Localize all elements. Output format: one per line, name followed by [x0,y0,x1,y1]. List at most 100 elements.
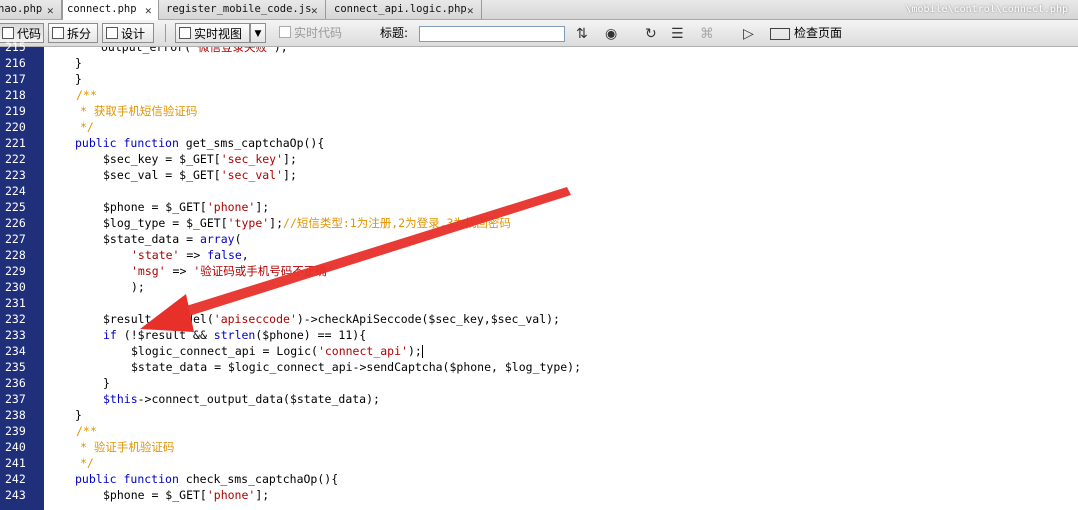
line-number: 224 [5,184,26,198]
line-number: 230 [5,280,26,294]
line-number: 223 [5,168,26,182]
refresh-icon[interactable]: ↻ [645,26,657,42]
code-line[interactable]: } [75,72,82,86]
view-options-icon[interactable]: ☰ [671,26,684,42]
line-number: 218 [5,88,26,102]
tab-nao-php[interactable]: nao.php ✕ [0,0,62,19]
code-line[interactable]: /** [76,424,97,438]
line-number: 232 [5,312,26,326]
code-line[interactable]: */ [80,120,94,134]
close-tab-icon[interactable]: ✕ [467,1,474,19]
line-number: 228 [5,248,26,262]
code-icon [2,27,14,39]
code-line[interactable]: */ [80,456,94,470]
code-line[interactable]: public function check_sms_captchaOp(){ [75,472,338,486]
line-number: 219 [5,104,26,118]
title-input[interactable] [419,26,565,42]
live-view-button[interactable]: 实时视图 [175,23,250,43]
code-line[interactable]: 'state' => false, [131,248,249,262]
line-number: 238 [5,408,26,422]
code-line[interactable]: $sec_val = $_GET['sec_val']; [103,168,297,182]
code-line[interactable]: } [75,408,82,422]
split-icon [52,27,64,39]
line-number: 237 [5,392,26,406]
inspect-page-label: 检查页面 [794,26,843,40]
close-tab-icon[interactable]: ✕ [311,1,318,19]
close-tab-icon[interactable]: ✕ [145,1,152,20]
tab-connect-api-logic-php[interactable]: connect_api.logic.php ✕ [326,0,482,19]
code-line[interactable]: public function get_sms_captchaOp(){ [75,136,324,150]
line-number: 216 [5,56,26,70]
code-line[interactable]: $this->connect_output_data($state_data); [103,392,380,406]
visual-aids-icon[interactable]: ⌘ [700,26,714,42]
code-line[interactable]: 'msg' => '验证码或手机号码不正确' [131,264,334,278]
code-editor[interactable]: output_error('微信登录失败');}} /** * 获取手机短信验证码 *… [44,47,1078,510]
line-number: 225 [5,200,26,214]
code-line[interactable]: /** [76,88,97,102]
design-icon [106,27,118,39]
code-line[interactable]: $state_data = $logic_connect_api->sendCa… [131,360,581,374]
line-number: 241 [5,456,26,470]
line-number-gutter: 215 216 217 218 219 220 221 222 223 224 225 226 227 2… [0,40,44,510]
title-label: 标题: [380,26,409,40]
file-management-icon[interactable]: ⇅ [576,26,588,42]
code-line[interactable]: output_error('微信登录失败'); [101,47,288,54]
line-number: 220 [5,120,26,134]
code-line[interactable]: if (!$result && strlen($phone) == 11){ [103,328,366,342]
line-number: 217 [5,72,26,86]
live-code-icon [279,26,291,38]
validate-icon[interactable]: ▷ [743,26,754,42]
line-number: 236 [5,376,26,390]
inspect-icon [770,27,790,40]
design-view-button[interactable]: 设计 [102,23,154,43]
code-view-label: 代码 [17,27,42,41]
line-number: 239 [5,424,26,438]
tab-label: nao.php [0,3,43,15]
code-line[interactable]: $state_data = array( [103,232,242,246]
split-view-label: 拆分 [67,27,92,41]
tab-label: connect.php [67,3,137,15]
tab-label: connect_api.logic.php [334,3,467,15]
code-line[interactable]: $result = model('apiseccode')->checkApiS… [103,312,560,326]
tab-connect-php[interactable]: connect.php ✕ [62,0,159,20]
document-tab-bar: nao.php ✕ connect.php ✕ register_mobile_… [0,0,1078,20]
line-number: 242 [5,472,26,486]
code-line[interactable]: $sec_key = $_GET['sec_key']; [103,152,297,166]
code-line[interactable]: $log_type = $_GET['type'];//短信类型:1为注册,2为… [103,216,511,230]
code-line[interactable]: * 获取手机短信验证码 [80,104,197,118]
line-number: 221 [5,136,26,150]
line-number: 235 [5,360,26,374]
line-number: 226 [5,216,26,230]
code-line[interactable]: $phone = $_GET['phone']; [103,488,269,502]
tab-label: register_mobile_code.js [166,3,312,15]
split-view-button[interactable]: 拆分 [48,23,98,43]
line-number: 243 [5,488,26,502]
line-number: 240 [5,440,26,454]
line-number: 215 [5,40,26,54]
code-line[interactable]: $phone = $_GET['phone']; [103,200,269,214]
line-number: 233 [5,328,26,342]
code-line[interactable]: } [103,376,110,390]
line-number: 234 [5,344,26,358]
code-line[interactable]: * 验证手机验证码 [80,440,174,454]
code-line[interactable]: } [75,56,82,70]
line-number: 231 [5,296,26,310]
live-view-label: 实时视图 [194,27,243,41]
code-line[interactable]: ); [131,280,145,294]
live-view-icon [179,27,191,39]
live-code-button[interactable]: 实时代码 [276,23,348,43]
live-code-label: 实时代码 [294,26,343,40]
code-line[interactable]: $logic_connect_api = Logic('connect_api'… [131,344,423,358]
inspect-page-button[interactable]: 检查页面 [770,23,842,43]
line-number: 229 [5,264,26,278]
file-path: \mobile\control\connect.php [905,4,1068,15]
line-number: 222 [5,152,26,166]
close-tab-icon[interactable]: ✕ [47,1,54,19]
text-cursor [421,345,423,358]
preview-browser-icon[interactable]: ◉ [605,26,617,42]
line-number: 227 [5,232,26,246]
toolbar-divider [165,24,166,42]
tab-register-mobile-code-js[interactable]: register_mobile_code.js ✕ [159,0,326,19]
design-view-label: 设计 [121,27,146,41]
live-view-dropdown[interactable]: ▼ [250,23,266,43]
